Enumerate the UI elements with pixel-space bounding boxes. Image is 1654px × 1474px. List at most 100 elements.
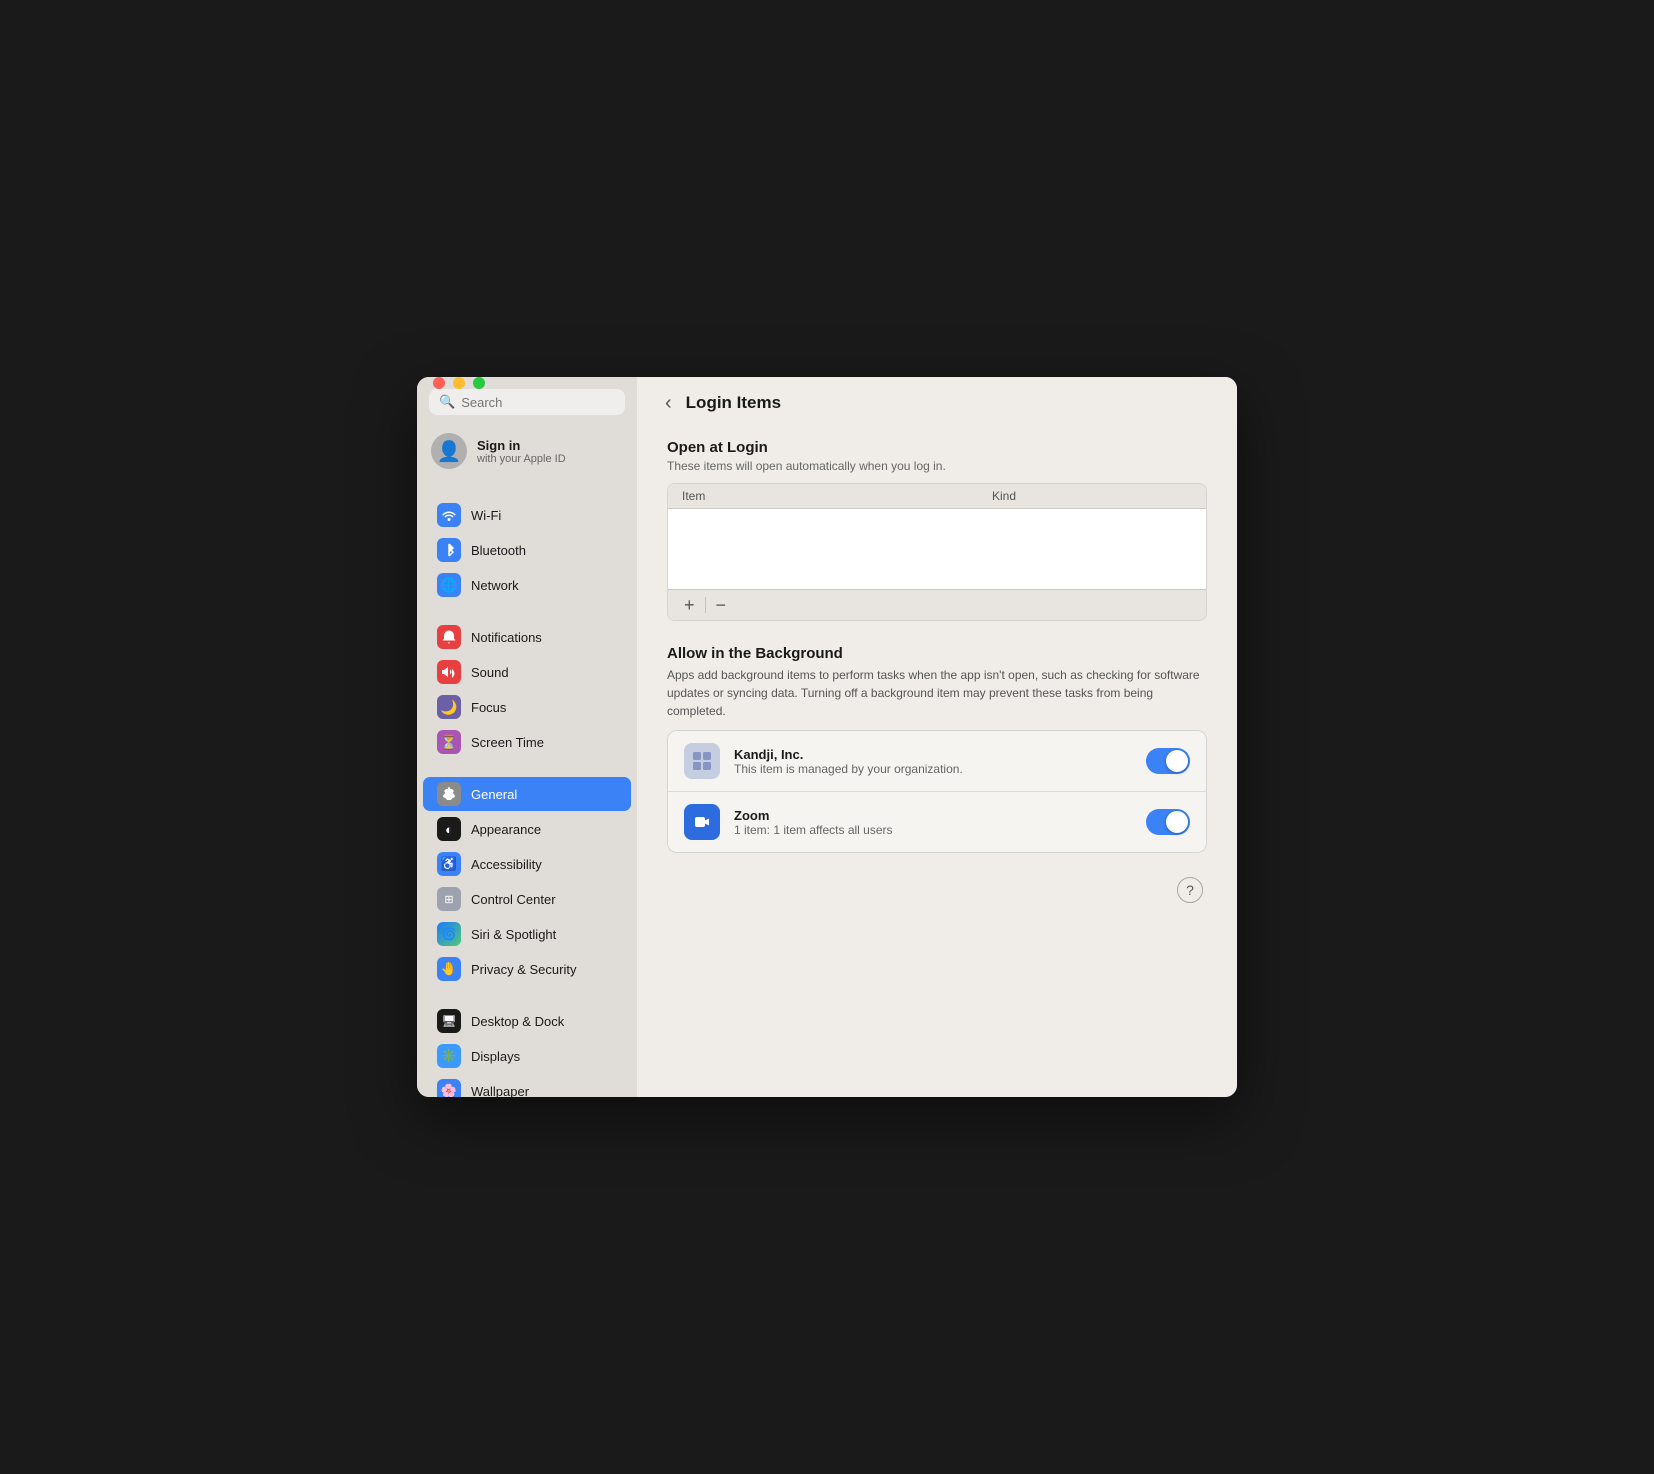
zoom-toggle[interactable] — [1146, 809, 1190, 835]
sidebar-item-bluetooth[interactable]: Bluetooth — [423, 533, 631, 567]
wallpaper-label: Wallpaper — [471, 1084, 529, 1098]
table-header: Item Kind — [668, 484, 1206, 509]
btn-divider — [705, 597, 706, 613]
general-label: General — [471, 787, 517, 802]
sign-in-subtitle: with your Apple ID — [477, 453, 566, 465]
displays-icon: ✳️ — [437, 1044, 461, 1068]
siri-label: Siri & Spotlight — [471, 927, 556, 942]
kandji-icon — [684, 743, 720, 779]
kandji-info: Kandji, Inc. This item is managed by you… — [734, 747, 1132, 776]
focus-label: Focus — [471, 700, 506, 715]
privacy-icon: 🤚 — [437, 957, 461, 981]
sidebar-item-controlcenter[interactable]: ⊞ Control Center — [423, 882, 631, 916]
sidebar-item-notifications[interactable]: Notifications — [423, 620, 631, 654]
sound-icon — [437, 660, 461, 684]
sidebar-section-notifications: Notifications Sound 🌙 Focus ⏳ — [417, 615, 637, 764]
maximize-button[interactable] — [473, 377, 485, 389]
allow-background-section: Allow in the Background Apps add backgro… — [667, 645, 1207, 853]
close-button[interactable] — [433, 377, 445, 389]
sidebar-item-wifi[interactable]: Wi-Fi — [423, 498, 631, 532]
sidebar-section-display: 🖥 Desktop & Dock ✳️ Displays 🌸 Wallpaper — [417, 999, 637, 1097]
sidebar: 🔍 👤 Sign in with your Apple ID Wi-Fi — [417, 377, 637, 1097]
sidebar-item-accessibility[interactable]: ♿ Accessibility — [423, 847, 631, 881]
allow-background-title: Allow in the Background — [667, 645, 1207, 662]
sign-in-title: Sign in — [477, 438, 566, 453]
zoom-name: Zoom — [734, 808, 1132, 823]
column-item: Item — [682, 489, 992, 503]
network-icon: 🌐 — [437, 573, 461, 597]
user-icon: 👤 — [437, 439, 462, 464]
bluetooth-label: Bluetooth — [471, 543, 526, 558]
main-content: ‹ Login Items Open at Login These items … — [637, 377, 1237, 1097]
general-icon — [437, 782, 461, 806]
accessibility-label: Accessibility — [471, 857, 542, 872]
controlcenter-label: Control Center — [471, 892, 556, 907]
system-preferences-window: 🔍 👤 Sign in with your Apple ID Wi-Fi — [417, 377, 1237, 1097]
controlcenter-icon: ⊞ — [437, 887, 461, 911]
screentime-label: Screen Time — [471, 735, 544, 750]
kandji-desc: This item is managed by your organizatio… — [734, 762, 1132, 776]
appearance-label: Appearance — [471, 822, 541, 837]
sidebar-item-general[interactable]: General — [423, 777, 631, 811]
remove-item-button[interactable]: − — [710, 594, 733, 616]
notifications-label: Notifications — [471, 630, 542, 645]
appearance-icon: ◐ — [437, 817, 461, 841]
add-item-button[interactable]: + — [678, 594, 701, 616]
sound-label: Sound — [471, 665, 509, 680]
zoom-desc: 1 item: 1 item affects all users — [734, 823, 1132, 837]
focus-icon: 🌙 — [437, 695, 461, 719]
wifi-label: Wi-Fi — [471, 508, 501, 523]
kandji-toggle[interactable] — [1146, 748, 1190, 774]
sidebar-item-wallpaper[interactable]: 🌸 Wallpaper — [423, 1074, 631, 1097]
screentime-icon: ⏳ — [437, 730, 461, 754]
sidebar-section-general: General ◐ Appearance ♿ Accessibility ⊞ C… — [417, 772, 637, 991]
sidebar-item-sound[interactable]: Sound — [423, 655, 631, 689]
wallpaper-icon: 🌸 — [437, 1079, 461, 1097]
siri-icon: 🌀 — [437, 922, 461, 946]
sidebar-item-appearance[interactable]: ◐ Appearance — [423, 812, 631, 846]
help-row: ? — [667, 877, 1207, 903]
zoom-info: Zoom 1 item: 1 item affects all users — [734, 808, 1132, 837]
title-bar — [417, 377, 637, 389]
main-header: ‹ Login Items — [637, 377, 1237, 429]
displays-label: Displays — [471, 1049, 520, 1064]
open-at-login-title: Open at Login — [667, 439, 1207, 456]
sidebar-item-displays[interactable]: ✳️ Displays — [423, 1039, 631, 1073]
bluetooth-icon — [437, 538, 461, 562]
background-item-kandji: Kandji, Inc. This item is managed by you… — [668, 731, 1206, 791]
sidebar-section-network: Wi-Fi Bluetooth 🌐 Network — [417, 493, 637, 607]
minimize-button[interactable] — [453, 377, 465, 389]
sign-in-text: Sign in with your Apple ID — [477, 438, 566, 465]
login-items-table: Item Kind + − — [667, 483, 1207, 621]
sign-in-row[interactable]: 👤 Sign in with your Apple ID — [417, 425, 637, 477]
allow-background-desc: Apps add background items to perform tas… — [667, 666, 1207, 720]
column-kind: Kind — [992, 489, 1192, 503]
sidebar-item-privacy[interactable]: 🤚 Privacy & Security — [423, 952, 631, 986]
search-bar[interactable]: 🔍 — [429, 389, 625, 415]
table-body — [668, 509, 1206, 589]
sidebar-item-siri[interactable]: 🌀 Siri & Spotlight — [423, 917, 631, 951]
help-button[interactable]: ? — [1177, 877, 1203, 903]
avatar: 👤 — [431, 433, 467, 469]
background-item-zoom: Zoom 1 item: 1 item affects all users — [668, 791, 1206, 852]
content-body: Open at Login These items will open auto… — [637, 429, 1237, 933]
accessibility-icon: ♿ — [437, 852, 461, 876]
sidebar-item-network[interactable]: 🌐 Network — [423, 568, 631, 602]
back-button[interactable]: ‹ — [661, 390, 676, 417]
notifications-icon — [437, 625, 461, 649]
open-at-login-subtitle: These items will open automatically when… — [667, 459, 1207, 473]
sidebar-item-focus[interactable]: 🌙 Focus — [423, 690, 631, 724]
network-label: Network — [471, 578, 519, 593]
privacy-label: Privacy & Security — [471, 962, 576, 977]
search-icon: 🔍 — [439, 394, 455, 410]
background-items-list: Kandji, Inc. This item is managed by you… — [667, 730, 1207, 853]
sidebar-item-screentime[interactable]: ⏳ Screen Time — [423, 725, 631, 759]
search-input[interactable] — [461, 395, 615, 410]
sidebar-item-desktop[interactable]: 🖥 Desktop & Dock — [423, 1004, 631, 1038]
main-title: Login Items — [686, 393, 781, 413]
desktop-icon: 🖥 — [437, 1009, 461, 1033]
desktop-label: Desktop & Dock — [471, 1014, 564, 1029]
table-footer: + − — [668, 589, 1206, 620]
zoom-icon — [684, 804, 720, 840]
wifi-icon — [437, 503, 461, 527]
